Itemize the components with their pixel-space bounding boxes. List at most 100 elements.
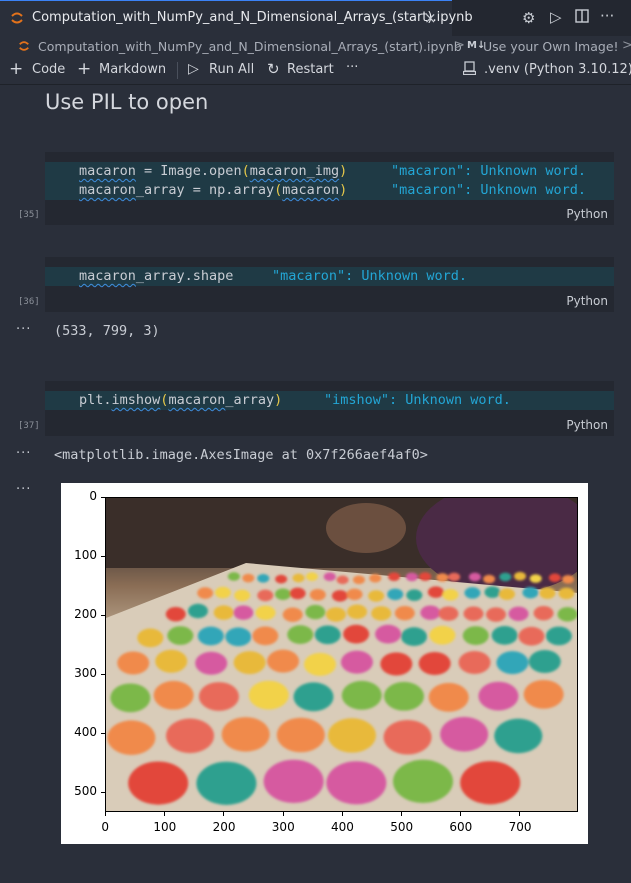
more-icon[interactable]: ··· [346,60,358,75]
code-line: macaron = Image.open(macaron_img) [79,163,348,179]
execution-count: [35] [18,210,40,220]
markdown-heading: Use PIL to open [45,90,209,114]
y-tick-mark [101,733,105,735]
x-tick-mark [105,812,106,816]
macaron-shape [387,588,404,601]
jupyter-icon [18,39,30,56]
output-actions-icon[interactable]: ··· [16,322,31,337]
macaron-shape [462,626,489,645]
macaron-shape [323,572,336,582]
add-code-button[interactable]: Code [32,62,65,77]
macaron-shape [166,718,215,754]
kernel-picker[interactable]: .venv (Python 3.10.12) [484,62,631,77]
restart-button[interactable]: Restart [287,62,334,77]
macaron-shape [293,682,334,712]
macaron-shape [383,719,432,755]
output-actions-icon[interactable]: ··· [16,482,31,497]
more-actions-icon[interactable]: ··· [600,7,614,25]
tab-bar: Computation_with_NumPy_and_N_Dimensional… [0,0,631,36]
x-tick-label: 300 [271,820,295,834]
x-tick-label: 700 [508,820,532,834]
image-plot-output: 0 100 200 300 400 500 0 100 200 300 400 500 600 700 [61,483,588,844]
code-cell[interactable]: macaron = Image.open(macaron_img) "macar… [45,152,614,225]
macaron-shape [468,572,481,582]
macaron-shape [557,607,577,622]
macaron-shape [499,572,512,582]
close-icon[interactable]: × [424,9,437,27]
macaron-shape [394,605,415,621]
macaron-shape [420,605,441,620]
macaron-shape [255,605,276,621]
macaron-shape [405,572,418,582]
execution-count: [37] [18,421,40,431]
add-markdown-button[interactable]: Markdown [99,62,166,77]
toolbar-divider [177,62,178,79]
macaron-shape [341,680,382,710]
breadcrumb: Computation_with_NumPy_and_N_Dimensional… [0,36,631,58]
x-tick-label: 400 [330,820,354,834]
y-tick-mark [101,674,105,676]
macaron-shape [539,587,556,599]
chevron-right-icon: > [622,38,631,53]
code-editor[interactable]: macaron = Image.open(macaron_img) "macar… [45,162,614,200]
split-editor-icon[interactable] [575,9,589,27]
y-tick-mark [101,615,105,617]
macaron-shape [533,605,554,621]
code-editor[interactable]: plt.imshow(macaron_array) "imshow": Unkn… [45,391,614,410]
execution-count: [36] [18,297,40,307]
macaron-shape [368,590,385,602]
macaron-shape [347,604,368,619]
macaron-shape [137,628,164,648]
breadcrumb-section[interactable]: Use your Own Image! [483,39,619,54]
run-all-button[interactable]: Run All [209,62,254,77]
macaron-photo [106,498,577,811]
y-tick-label: 500 [74,784,97,799]
macaron-shape [165,606,186,622]
macaron-image [105,497,578,812]
x-tick-label: 500 [390,820,414,834]
cell-language[interactable]: Python [566,418,608,432]
code-line: macaron_array = np.array(macaron) [79,182,348,198]
macaron-shape [257,574,270,583]
code-editor[interactable]: macaron_array.shape "macaron": Unknown w… [45,267,614,286]
code-cell[interactable]: macaron_array.shape "macaron": Unknown w… [45,257,614,312]
breadcrumb-file[interactable]: Computation_with_NumPy_and_N_Dimensional… [38,39,462,54]
macaron-shape [221,717,270,752]
y-tick-mark [101,556,105,558]
plus-icon: + [77,59,92,79]
macaron-shape [545,626,572,646]
macaron-shape [442,589,459,601]
gear-icon[interactable]: ⚙ [522,9,535,27]
macaron-shape [197,626,224,646]
macaron-shape [117,651,150,675]
cell-language[interactable]: Python [566,294,608,308]
macaron-shape [153,680,194,710]
macaron-shape [375,624,402,644]
kernel-icon [462,61,477,79]
macaron-shape [305,572,318,581]
macaron-shape [282,607,303,622]
macaron-shape [384,681,425,711]
macaron-shape [352,575,365,585]
tab-notebook[interactable]: Computation_with_NumPy_and_N_Dimensional… [0,0,473,36]
macaron-shape [325,607,346,622]
tab-title: Computation_with_NumPy_and_N_Dimensional… [32,10,473,25]
run-icon[interactable]: ▷ [550,8,562,26]
cell-language[interactable]: Python [566,207,608,221]
output-actions-icon[interactable]: ··· [16,446,31,461]
macaron-shape [494,718,543,754]
macaron-shape [304,652,337,676]
macaron-shape [464,587,481,599]
macaron-shape [436,573,449,582]
y-tick-label: 200 [74,607,97,622]
macaron-shape [227,572,240,581]
cell-output: <matplotlib.image.AxesImage at 0x7f266ae… [54,447,428,463]
macaron-shape [460,761,521,805]
macaron-shape [496,651,529,675]
macaron-shape [388,572,401,582]
code-cell[interactable]: plt.imshow(macaron_array) "imshow": Unkn… [45,381,614,436]
macaron-shape [529,574,542,583]
macaron-shape [346,588,363,601]
macaron-shape [438,606,459,621]
macaron-shape [274,588,291,600]
